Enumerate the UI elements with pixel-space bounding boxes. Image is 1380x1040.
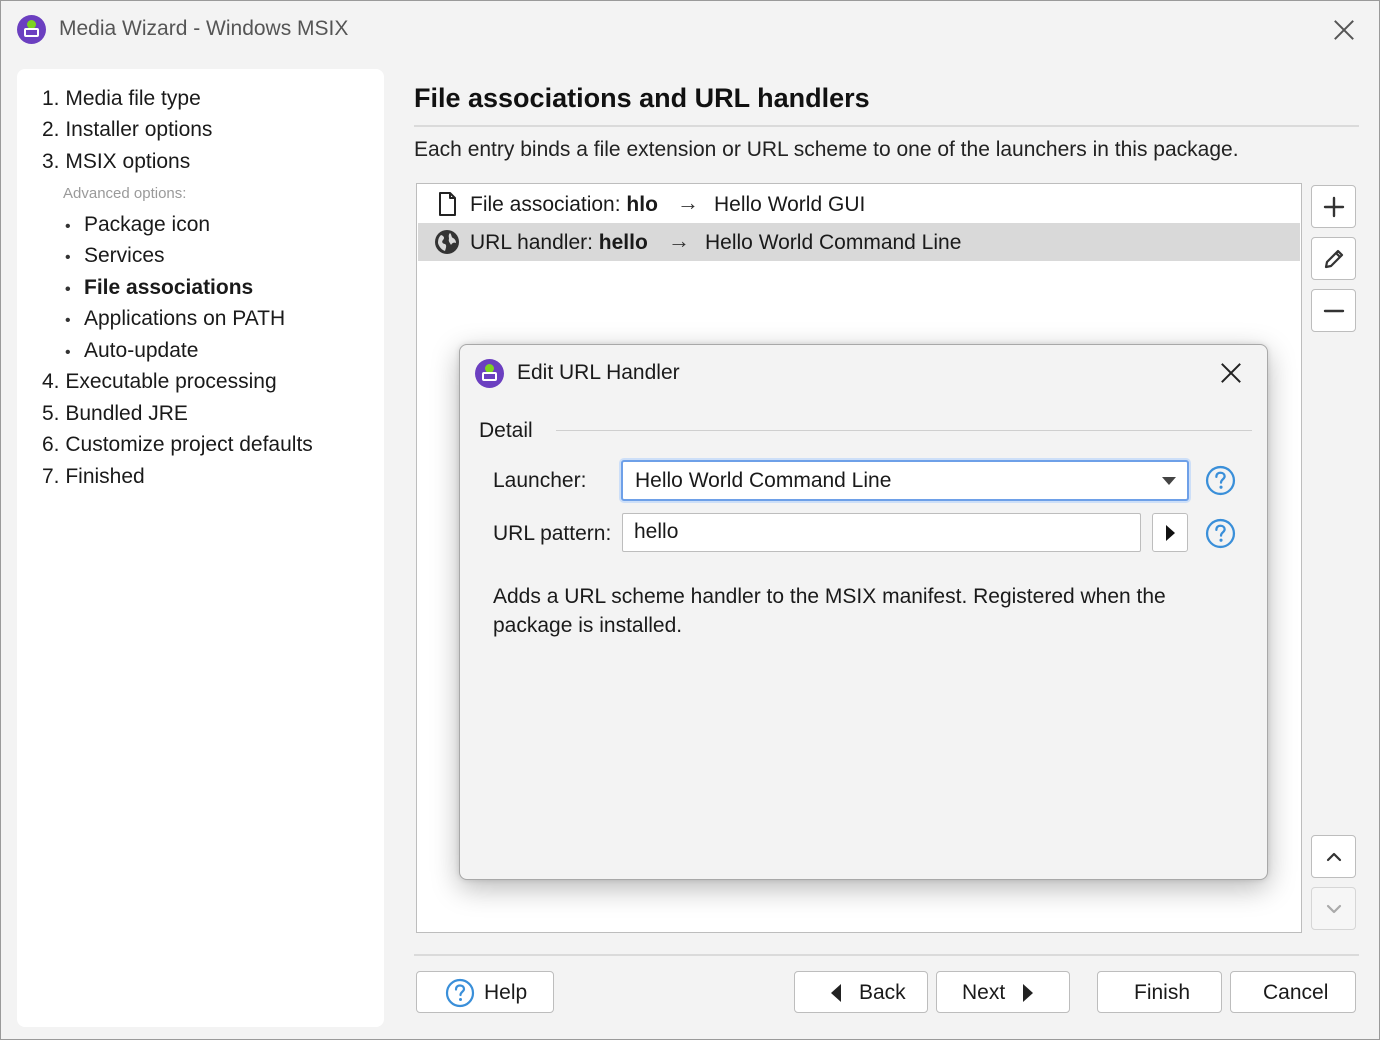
app-icon xyxy=(17,15,46,44)
cancel-button-label: Cancel xyxy=(1263,981,1329,1004)
launcher-select[interactable]: Hello World Command Line xyxy=(621,460,1189,501)
back-button[interactable]: Back xyxy=(794,971,928,1013)
list-item[interactable]: URL handler: hello → Hello World Command… xyxy=(418,223,1300,261)
divider xyxy=(556,430,1252,431)
help-icon[interactable] xyxy=(1205,518,1236,549)
wizard-window: Media Wizard - Windows MSIX 1. Media fil… xyxy=(0,0,1380,1040)
move-down-button[interactable] xyxy=(1311,887,1356,930)
page-description: Each entry binds a file extension or URL… xyxy=(414,138,1239,161)
bullet: • xyxy=(65,218,71,235)
divider xyxy=(414,125,1359,127)
step-executable-processing[interactable]: 4. Executable processing xyxy=(42,370,277,394)
step-bundled-jre[interactable]: 5. Bundled JRE xyxy=(42,402,188,426)
finish-button[interactable]: Finish xyxy=(1097,971,1222,1013)
sidebar-item-label: File associations xyxy=(84,276,254,299)
step-msix-options[interactable]: 3. MSIX options xyxy=(42,150,190,174)
entry-label: File association: hlo xyxy=(470,193,658,217)
dialog-description: Adds a URL scheme handler to the MSIX ma… xyxy=(493,585,1166,637)
close-icon[interactable] xyxy=(1329,15,1359,45)
sidebar-item-package-icon[interactable]: • Package icon xyxy=(65,213,210,237)
sidebar-item-label: Services xyxy=(84,244,165,267)
globe-icon xyxy=(434,229,460,255)
back-arrow-icon xyxy=(831,984,841,1002)
entry-name: hello xyxy=(598,231,648,254)
arrow-icon: → xyxy=(677,190,699,215)
help-icon xyxy=(445,978,475,1008)
help-button-label: Help xyxy=(484,981,528,1004)
url-pattern-input[interactable] xyxy=(634,520,1129,544)
step-customize-project-defaults[interactable]: 6. Customize project defaults xyxy=(42,433,313,457)
entry-prefix: URL handler: xyxy=(470,231,599,254)
edit-button[interactable] xyxy=(1311,237,1356,280)
remove-button[interactable] xyxy=(1311,289,1356,332)
chevron-down-icon xyxy=(1162,477,1176,485)
bullet: • xyxy=(65,344,71,361)
arrow-icon: → xyxy=(668,228,690,253)
launcher-select-value: Hello World Command Line xyxy=(635,469,892,492)
step-installer-options[interactable]: 2. Installer options xyxy=(42,118,212,142)
list-item[interactable]: File association: hlo → Hello World GUI xyxy=(418,185,1300,223)
sidebar-item-label: Package icon xyxy=(84,213,211,236)
launcher-label: Launcher: xyxy=(493,469,587,492)
entry-label: URL handler: hello xyxy=(470,231,648,255)
plus-icon xyxy=(1323,196,1345,218)
chevron-down-icon xyxy=(1326,904,1342,914)
entry-name: hlo xyxy=(626,193,658,216)
help-icon[interactable] xyxy=(1205,465,1236,496)
section-label: Detail xyxy=(479,419,533,442)
dialog-title: Edit URL Handler xyxy=(517,361,680,384)
page-title: File associations and URL handlers xyxy=(414,83,870,113)
sidebar-item-services[interactable]: • Services xyxy=(65,244,165,268)
url-pattern-label: URL pattern: xyxy=(493,522,612,545)
finish-button-label: Finish xyxy=(1134,981,1191,1004)
next-button-label: Next xyxy=(962,981,1006,1004)
chevron-up-icon xyxy=(1326,852,1342,862)
sidebar-item-applications-on-path[interactable]: • Applications on PATH xyxy=(65,307,285,331)
bullet: • xyxy=(65,312,71,329)
next-arrow-icon xyxy=(1023,984,1033,1002)
step-finished[interactable]: 7. Finished xyxy=(42,465,145,489)
pencil-icon xyxy=(1324,249,1344,269)
bullet: • xyxy=(65,249,71,266)
entry-prefix: File association: xyxy=(470,193,627,216)
bullet: • xyxy=(65,281,71,298)
url-pattern-expand-button[interactable] xyxy=(1152,513,1188,552)
entry-target: Hello World Command Line xyxy=(705,231,962,254)
document-icon xyxy=(434,191,460,217)
cancel-button[interactable]: Cancel xyxy=(1230,971,1356,1013)
divider xyxy=(414,954,1359,956)
back-button-label: Back xyxy=(859,981,906,1004)
sidebar-item-label: Auto-update xyxy=(84,339,199,362)
sidebar-item-label: Applications on PATH xyxy=(84,307,286,330)
next-button[interactable]: Next xyxy=(936,971,1070,1013)
app-icon xyxy=(475,359,504,388)
advanced-options-label: Advanced options: xyxy=(63,185,187,202)
entry-target: Hello World GUI xyxy=(714,193,866,216)
sidebar-item-auto-update[interactable]: • Auto-update xyxy=(65,339,198,363)
window-title: Media Wizard - Windows MSIX xyxy=(59,17,349,40)
minus-icon xyxy=(1323,309,1345,313)
wizard-steps-sidebar: 1. Media file type 2. Installer options … xyxy=(17,69,384,1027)
add-button[interactable] xyxy=(1311,185,1356,228)
step-media-file-type[interactable]: 1. Media file type xyxy=(42,87,201,111)
close-icon[interactable] xyxy=(1216,358,1246,388)
edit-url-handler-dialog: Edit URL Handler Detail Launcher: Hello … xyxy=(459,344,1268,880)
sidebar-item-file-associations[interactable]: • File associations xyxy=(65,276,253,300)
move-up-button[interactable] xyxy=(1311,835,1356,878)
title-bar: Media Wizard - Windows MSIX xyxy=(1,1,1379,59)
url-pattern-field[interactable] xyxy=(622,513,1141,552)
help-button[interactable]: Help xyxy=(416,971,554,1013)
play-icon xyxy=(1166,525,1175,541)
